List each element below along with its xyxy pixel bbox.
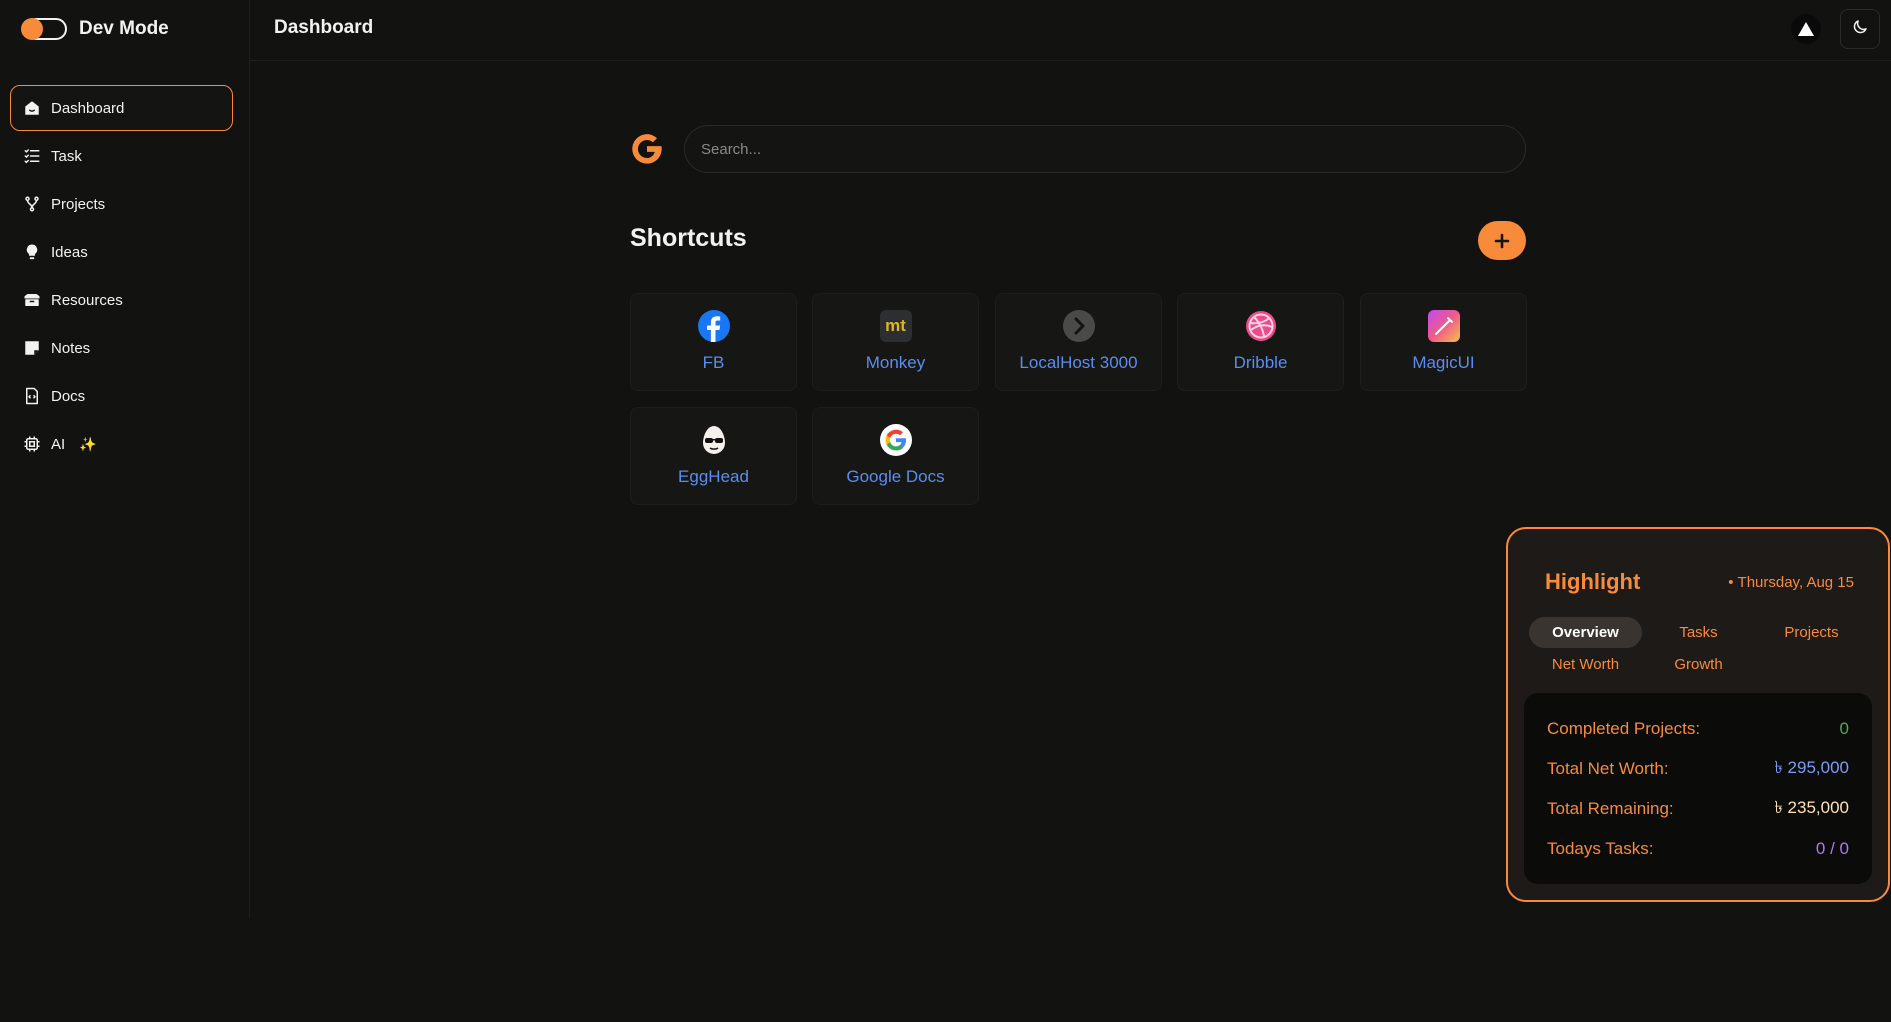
sidebar-item-projects[interactable]: Projects	[10, 181, 233, 227]
sidebar-item-label: Projects	[51, 195, 106, 213]
sidebar-item-label: Ideas	[51, 243, 88, 261]
sidebar-item-label: AI	[51, 435, 66, 453]
shortcut-google-docs[interactable]: Google Docs	[812, 407, 979, 505]
tab-overview[interactable]: Overview	[1529, 617, 1642, 648]
stat-label: Total Remaining:	[1547, 799, 1674, 818]
sidebar-item-dashboard[interactable]: Dashboard	[10, 85, 233, 131]
tab-projects[interactable]: Projects	[1755, 617, 1868, 648]
brand[interactable]: Dev Mode	[21, 16, 169, 42]
shortcut-label: EggHead	[678, 467, 749, 486]
sidebar-item-docs[interactable]: Docs	[10, 373, 233, 419]
bullet-icon: •	[1728, 574, 1734, 591]
vercel-button[interactable]	[1786, 9, 1826, 49]
home-icon	[23, 99, 41, 117]
theme-toggle-button[interactable]	[1840, 9, 1880, 49]
sidebar-nav: Dashboard Task Projects Ideas Resources	[10, 85, 233, 469]
lightbulb-icon	[23, 243, 41, 261]
stat-value: 0	[1839, 719, 1849, 738]
brand-name: Dev Mode	[79, 18, 169, 39]
triangle-icon	[1791, 14, 1821, 44]
highlight-stats-panel: Completed Projects: 0 Total Net Worth: ৳…	[1524, 693, 1872, 884]
plus-icon	[1494, 233, 1510, 248]
top-header: Dashboard	[250, 0, 1891, 61]
tab-tasks[interactable]: Tasks	[1642, 617, 1755, 648]
stat-value: ৳ 295,000	[1774, 758, 1849, 777]
shortcut-label: Monkey	[865, 353, 926, 372]
sidebar-item-ai[interactable]: AI ✨	[10, 421, 233, 467]
facebook-icon	[697, 310, 730, 342]
sidebar-item-label: Task	[51, 147, 82, 165]
stat-total-net-worth: Total Net Worth: ৳ 295,000	[1547, 757, 1849, 781]
shortcut-egghead[interactable]: EggHead	[630, 407, 797, 505]
toggle-logo-icon	[21, 17, 67, 41]
google-g-logo-icon	[628, 129, 666, 169]
monkeytype-icon: mt	[879, 310, 912, 342]
google-icon	[879, 424, 912, 456]
monkeytype-logo-text: mt	[885, 316, 906, 335]
highlight-date: • Thursday, Aug 15	[1728, 574, 1854, 591]
stat-label: Todays Tasks:	[1547, 839, 1654, 858]
chip-icon	[23, 435, 41, 453]
highlight-date-text: Thursday, Aug 15	[1737, 574, 1854, 591]
tab-net-worth[interactable]: Net Worth	[1529, 649, 1642, 680]
stat-todays-tasks: Todays Tasks: 0 / 0	[1547, 837, 1849, 861]
sparkle-icon: ✨	[79, 435, 97, 452]
dribbble-icon	[1245, 310, 1277, 342]
doc-code-icon	[23, 387, 41, 405]
sidebar-item-label: Docs	[51, 387, 86, 405]
shortcut-label: LocalHost 3000	[1019, 353, 1138, 372]
box-icon	[23, 291, 41, 309]
shortcut-label: MagicUI	[1412, 353, 1475, 372]
shortcut-monkey[interactable]: mt Monkey	[812, 293, 979, 391]
stat-total-remaining: Total Remaining: ৳ 235,000	[1547, 797, 1849, 821]
fork-icon	[23, 195, 41, 213]
note-icon	[23, 339, 41, 357]
sidebar-item-notes[interactable]: Notes	[10, 325, 233, 371]
stat-value: 0 / 0	[1815, 839, 1849, 858]
add-shortcut-button[interactable]	[1478, 221, 1526, 260]
stat-label: Total Net Worth:	[1547, 759, 1669, 778]
sidebar-item-task[interactable]: Task	[10, 133, 233, 179]
shortcut-magicui[interactable]: MagicUI	[1360, 293, 1527, 391]
sidebar-item-label: Notes	[51, 339, 91, 357]
shortcut-dribble[interactable]: Dribble	[1177, 293, 1344, 391]
egghead-icon	[698, 424, 730, 456]
shortcut-label: Dribble	[1233, 353, 1288, 372]
stat-completed-projects: Completed Projects: 0	[1547, 717, 1849, 741]
tab-growth[interactable]: Growth	[1642, 649, 1755, 680]
search-input[interactable]	[684, 125, 1526, 173]
sidebar-item-label: Dashboard	[51, 99, 125, 117]
shortcut-label: FB	[702, 353, 725, 372]
task-list-icon	[23, 147, 41, 165]
shortcut-label: Google Docs	[846, 467, 945, 486]
sidebar-item-resources[interactable]: Resources	[10, 277, 233, 323]
highlight-title: Highlight	[1545, 569, 1641, 594]
sidebar: Dev Mode Dashboard Task Projects Ideas R…	[0, 0, 250, 918]
moon-icon	[1851, 18, 1869, 41]
sidebar-item-label: Resources	[51, 291, 123, 309]
highlight-card: Highlight • Thursday, Aug 15 Overview Tas…	[1506, 527, 1890, 902]
page-title: Dashboard	[274, 17, 374, 38]
shortcut-fb[interactable]: FB	[630, 293, 797, 391]
shortcut-localhost[interactable]: LocalHost 3000	[995, 293, 1162, 391]
stat-label: Completed Projects:	[1547, 719, 1701, 738]
stat-value: ৳ 235,000	[1774, 798, 1849, 817]
shortcuts-title: Shortcuts	[630, 224, 747, 252]
magicui-icon	[1427, 310, 1460, 342]
sidebar-item-ideas[interactable]: Ideas	[10, 229, 233, 275]
chevron-right-icon	[1062, 310, 1095, 342]
